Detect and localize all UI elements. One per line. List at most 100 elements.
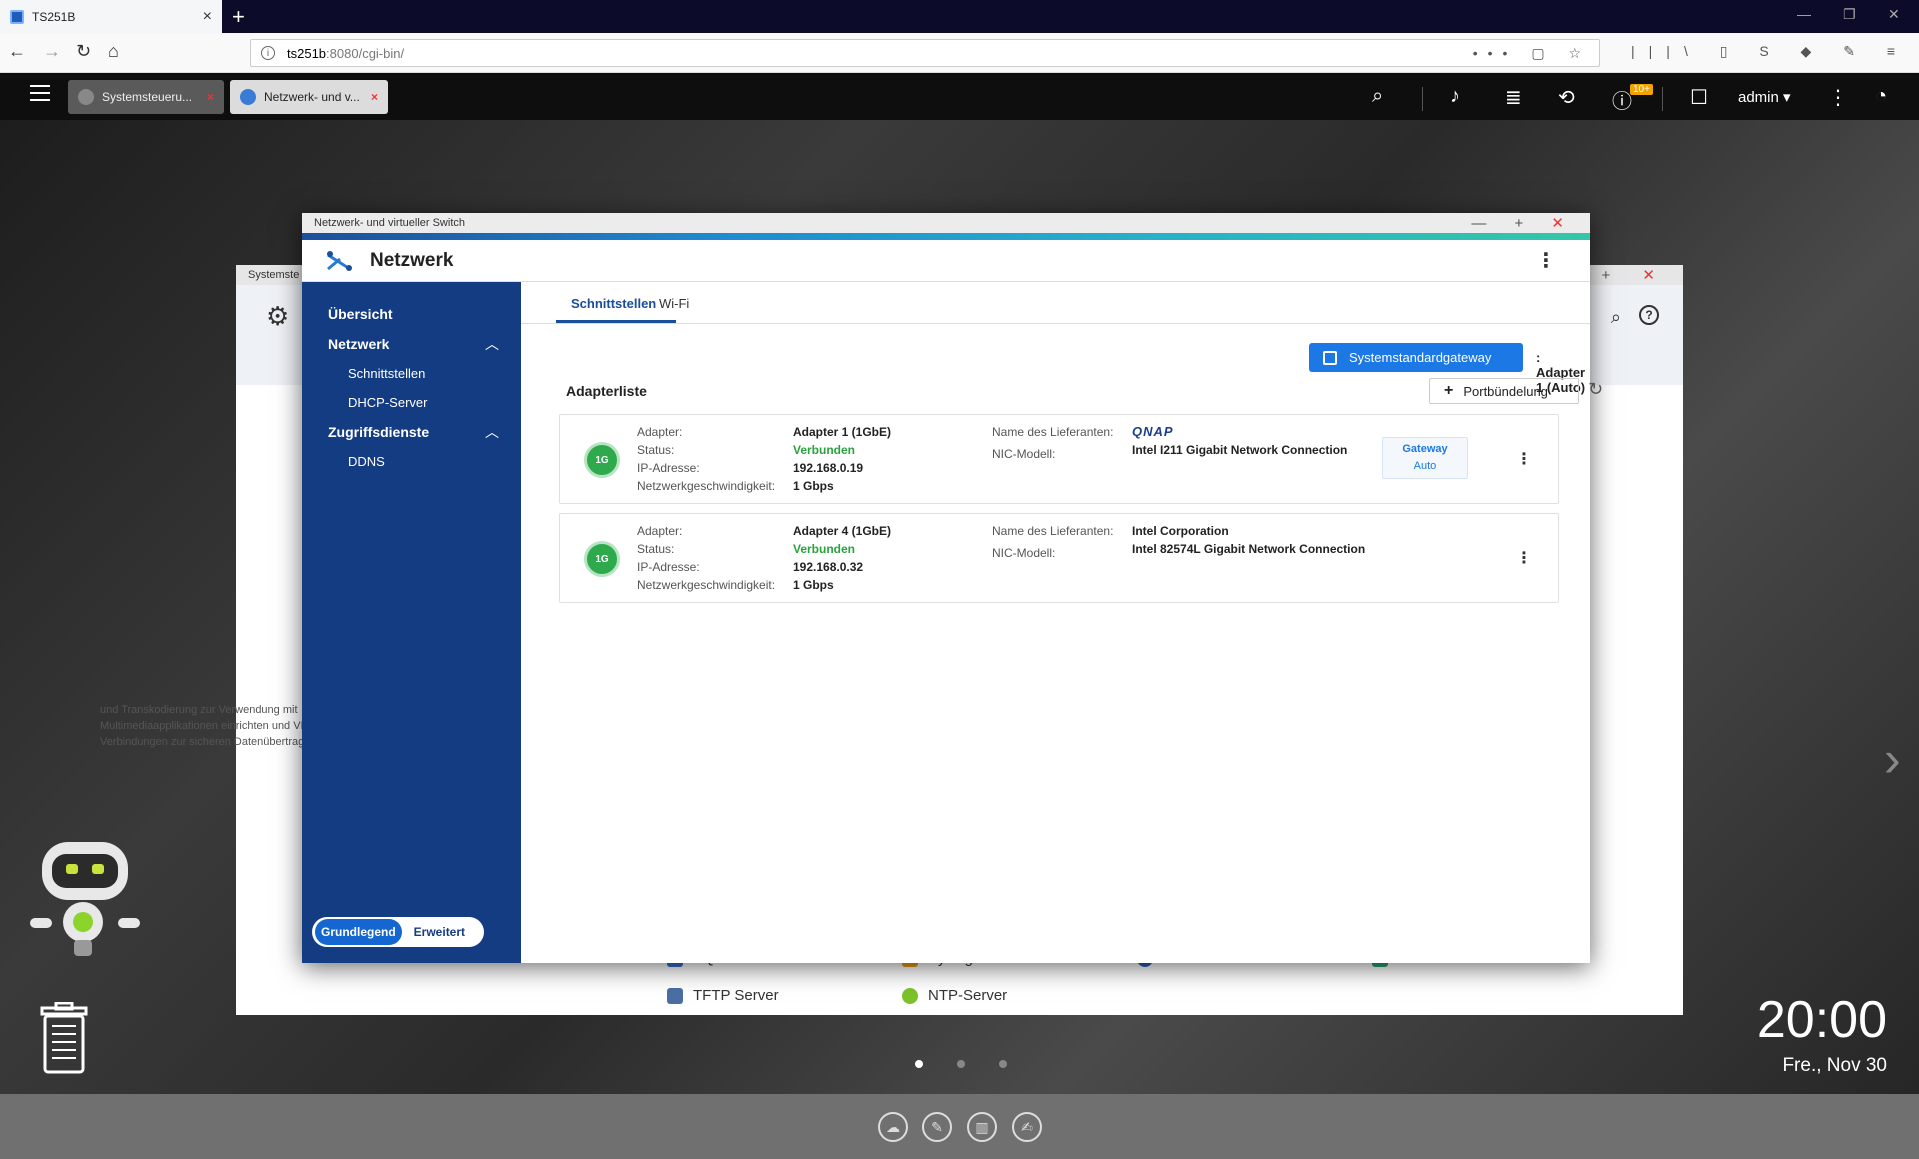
home-icon[interactable]: ⌂ (108, 41, 119, 62)
more-options-icon[interactable]: ⋮ (1516, 449, 1532, 469)
url-bar[interactable]: i ts251b :8080/cgi-bin/ ••• ▢ ☆ (250, 39, 1600, 67)
browser-toolbar-icons[interactable]: |||\ ▯ S ◆ ✎ ≡ (1631, 43, 1909, 60)
chevron-up-icon[interactable]: ︿ (485, 334, 499, 354)
page-dot[interactable] (915, 1060, 923, 1068)
adapter-list-title: Adapterliste (566, 383, 647, 399)
page-dot[interactable] (957, 1060, 965, 1068)
adapter-name: Adapter 1 (1GbE) (793, 425, 892, 439)
url-path: :8080/cgi-bin/ (326, 45, 405, 61)
sidebar-item-access[interactable]: Zugriffsdienste (328, 424, 429, 440)
refresh-icon[interactable]: ↻ (1588, 379, 1603, 400)
search-icon[interactable]: ⌕ (1611, 307, 1621, 328)
user-menu[interactable]: admin ▾ (1738, 88, 1791, 106)
dashboard-icon[interactable]: ◔ (1875, 85, 1887, 108)
chevron-up-icon[interactable]: ︿ (485, 422, 499, 442)
item-label: NTP-Server (928, 987, 1008, 1004)
adapter-card[interactable]: 1G Adapter: Adapter 4 (1GbE) Status: Ver… (559, 513, 1559, 603)
back-icon[interactable]: ← (8, 41, 26, 62)
active-tab-indicator (556, 320, 676, 323)
reload-icon[interactable]: ↻ (76, 41, 91, 62)
maximize-icon[interactable]: + (1514, 215, 1535, 232)
close-tab-icon[interactable]: × (203, 8, 212, 26)
adapter-card[interactable]: 1G Adapter: Adapter 1 (1GbE) Status: Ver… (559, 414, 1559, 504)
default-gateway-button[interactable]: Systemstandardgateway (1309, 343, 1523, 372)
ntp-server-item[interactable]: NTP-Server (902, 987, 1007, 1004)
close-icon[interactable]: ✕ (1642, 267, 1669, 284)
network-icon (240, 89, 256, 105)
port-trunking-button[interactable]: + Portbündelung (1429, 378, 1579, 404)
adapter-status-icon: 1G (584, 541, 620, 577)
search-icon[interactable]: ⌕ (1372, 85, 1383, 108)
more-options-icon[interactable]: ⋮ (1828, 85, 1848, 110)
speed-value: 1 Gbps (793, 578, 834, 592)
restore-icon[interactable]: ❐ (1843, 6, 1856, 23)
more-options-icon[interactable]: ⋮ (1516, 548, 1532, 568)
help-icon[interactable]: ? (1639, 305, 1659, 325)
mode-advanced-button[interactable]: Erweitert (402, 925, 477, 939)
browser-tab-bar: TS251B × + — ❐ ✕ (0, 0, 1919, 33)
trash-icon[interactable] (38, 1002, 90, 1074)
close-icon[interactable]: × (371, 90, 378, 104)
tab-netzwerk[interactable]: Netzwerk- und v... × (230, 80, 388, 114)
sidebar-item-dhcp[interactable]: DHCP-Server (348, 395, 427, 410)
apps-icon[interactable]: ▥ (967, 1112, 997, 1142)
info-icon[interactable]: i (261, 46, 275, 60)
browser-navigation: ← → ↻ ⌂ i ts251b :8080/cgi-bin/ ••• ▢ ☆ … (0, 33, 1919, 73)
browser-tab-title: TS251B (32, 9, 76, 24)
nic-value: Intel I211 Gigabit Network Connection (1132, 443, 1348, 457)
tab-interfaces[interactable]: Schnittstellen (571, 296, 656, 311)
network-window: Netzwerk- und virtueller Switch — + ✕ Ne… (302, 213, 1603, 963)
tools-icon[interactable]: ✎ (922, 1112, 952, 1142)
ip-value: 192.168.0.32 (793, 560, 864, 574)
main-content: Schnittstellen Wi-Fi Systemstandardgatew… (521, 282, 1603, 963)
ntp-server-icon (902, 987, 918, 1004)
tftp-server-item[interactable]: TFTP Server (667, 987, 779, 1004)
next-page-icon[interactable]: › (1884, 730, 1901, 788)
window-title: Netzwerk- und virtueller Switch (314, 217, 465, 229)
dock: ☁ ✎ ▥ ✍ (0, 1094, 1919, 1159)
notes-icon[interactable]: ✍ (1012, 1112, 1042, 1142)
mode-basic-button[interactable]: Grundlegend (315, 919, 402, 945)
mode-toggle[interactable]: Grundlegend Erweitert (312, 917, 484, 947)
volume-icon[interactable]: ♪ (1450, 85, 1460, 108)
main-menu-icon[interactable] (30, 85, 50, 103)
close-icon[interactable]: × (207, 90, 214, 104)
port-trunking-label: Portbündelung (1463, 383, 1548, 399)
close-icon[interactable]: ✕ (1551, 215, 1576, 232)
minimize-icon[interactable]: — (1471, 215, 1498, 232)
vendor-label: Name des Lieferanten: (992, 425, 1114, 439)
tab-systemsteuerung[interactable]: Systemsteueru... × (68, 80, 224, 114)
minimize-icon[interactable]: — (1797, 6, 1811, 22)
qts-top-bar: Systemsteueru... × Netzwerk- und v... × … (0, 73, 1919, 120)
sidebar-item-interfaces[interactable]: Schnittstellen (348, 366, 425, 381)
new-tab-icon[interactable]: + (232, 4, 245, 30)
sidebar-item-ddns[interactable]: DDNS (348, 454, 385, 469)
status-label: Status: (637, 542, 675, 556)
qboost-robot-icon[interactable] (30, 840, 140, 960)
sidebar-item-overview[interactable]: Übersicht (328, 306, 393, 322)
divider (1662, 87, 1663, 111)
desktop-clock: 20:00 (1756, 991, 1887, 1049)
more-options-icon[interactable]: ⋮ (1536, 248, 1556, 273)
browser-tab[interactable]: TS251B × (0, 0, 222, 33)
speed-label: Netzwerkgeschwindigkeit: (637, 578, 776, 592)
nic-value: Intel 82574L Gigabit Network Connection (1132, 542, 1366, 556)
page-indicator (915, 1060, 1007, 1068)
ip-value: 192.168.0.19 (793, 461, 864, 475)
app-title: Netzwerk (370, 249, 454, 271)
close-window-icon[interactable]: ✕ (1888, 6, 1900, 23)
notifications-icon[interactable]: ⓘ (1612, 85, 1632, 114)
page-actions-icon[interactable]: ••• ▢ ☆ (1473, 45, 1591, 62)
nic-label: NIC-Modell: (992, 546, 1056, 560)
user-icon[interactable]: ☐ (1690, 85, 1708, 110)
sync-icon[interactable]: ⟲ (1558, 85, 1575, 110)
gear-icon: ⚙ (266, 301, 290, 331)
page-dot[interactable] (999, 1060, 1007, 1068)
speed-value: 1 Gbps (793, 479, 834, 493)
speed-label: Netzwerkgeschwindigkeit: (637, 479, 776, 493)
sidebar-item-network[interactable]: Netzwerk (328, 336, 389, 352)
tab-wifi[interactable]: Wi-Fi (659, 296, 689, 311)
cloud-icon[interactable]: ☁ (878, 1112, 908, 1142)
tasks-icon[interactable]: ≣ (1505, 85, 1522, 110)
forward-icon[interactable]: → (43, 41, 61, 62)
